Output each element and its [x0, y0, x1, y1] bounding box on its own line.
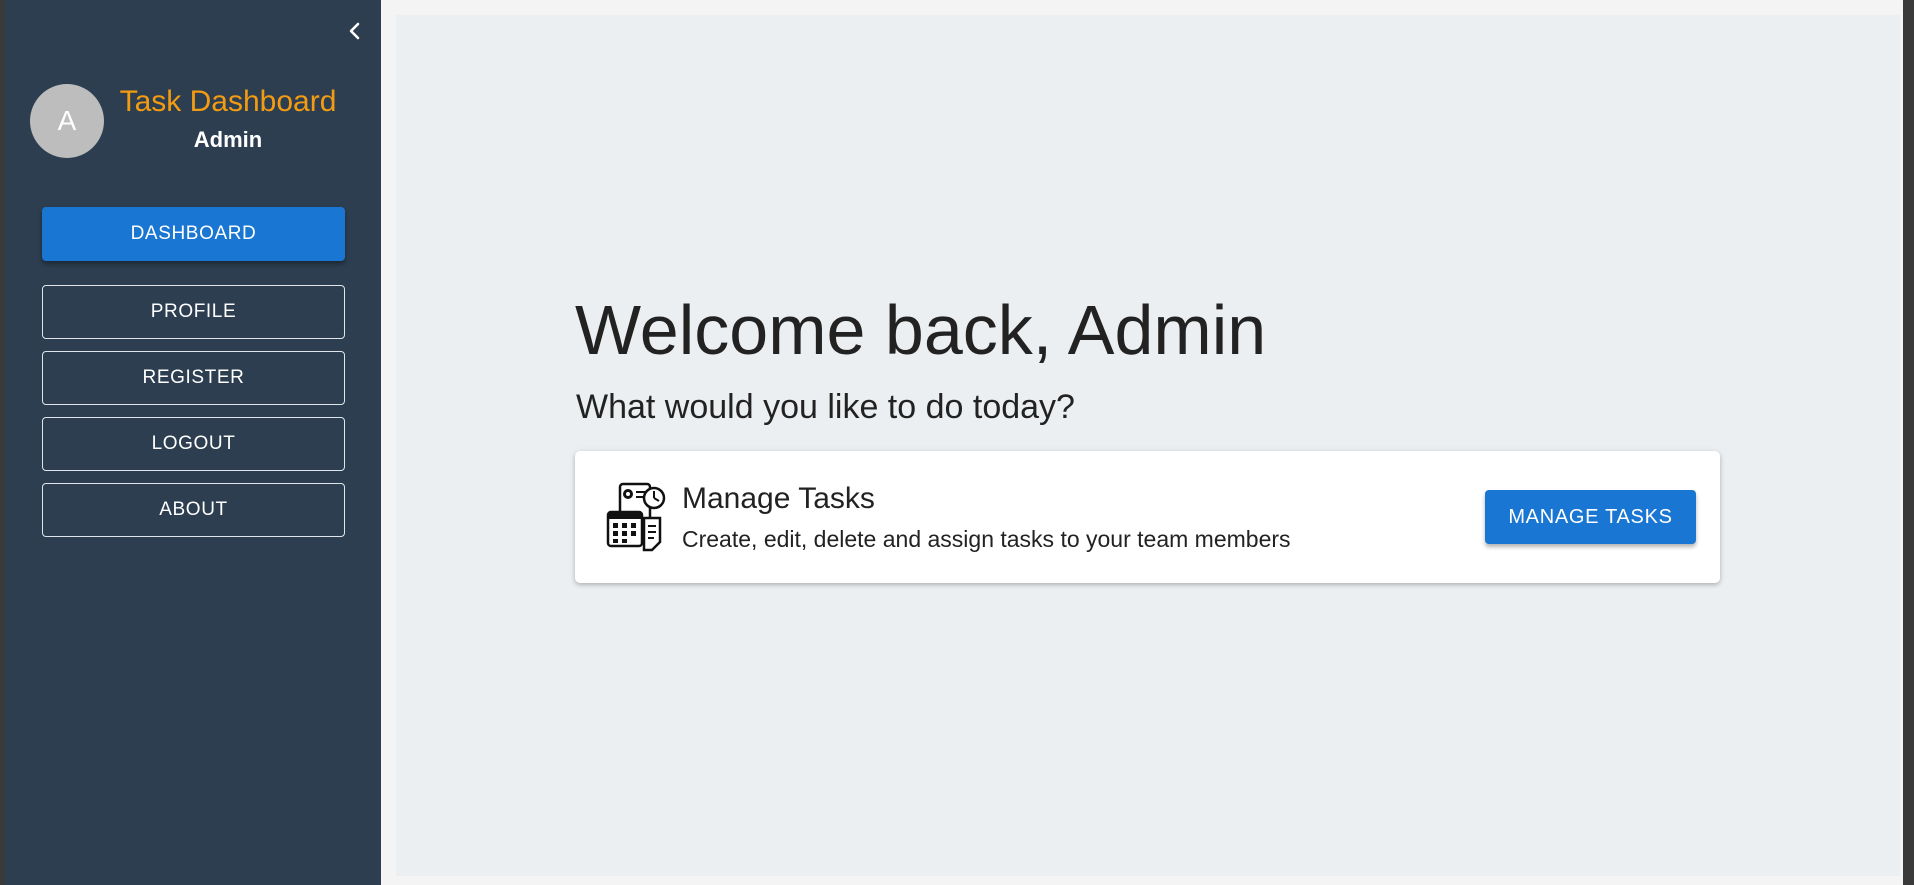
card-title: Manage Tasks	[682, 482, 875, 515]
sidebar-item-about[interactable]: ABOUT	[42, 483, 345, 537]
sidebar-item-profile[interactable]: PROFILE	[42, 285, 345, 339]
main-content: Welcome back, Admin What would you like …	[396, 15, 1900, 876]
sidebar-item-label: DASHBOARD	[130, 223, 257, 244]
sidebar-item-label: PROFILE	[150, 301, 237, 322]
task-calendar-icon	[598, 476, 674, 556]
sidebar-item-logout[interactable]: LOGOUT	[42, 417, 345, 471]
app-window: A Task Dashboard Admin DASHBOARD PROFILE…	[0, 0, 1914, 885]
sidebar-item-label: LOGOUT	[151, 433, 236, 454]
manage-tasks-button[interactable]: MANAGE TASKS	[1485, 490, 1696, 544]
brand: Task Dashboard Admin	[110, 82, 346, 156]
page-subtitle: What would you like to do today?	[576, 388, 1075, 426]
app-title: Task Dashboard	[119, 85, 337, 118]
sidebar: A Task Dashboard Admin DASHBOARD PROFILE…	[5, 0, 381, 885]
sidebar-item-label: ABOUT	[159, 499, 228, 520]
chevron-left-icon	[349, 22, 360, 40]
page-title: Welcome back, Admin	[575, 291, 1267, 369]
sidebar-item-label: REGISTER	[142, 367, 245, 388]
sidebar-nav: DASHBOARD PROFILE REGISTER LOGOUT ABOUT	[42, 207, 345, 549]
collapse-sidebar-button[interactable]	[338, 14, 372, 48]
user-role: Admin	[193, 127, 263, 152]
window-border-right	[1903, 0, 1914, 885]
card-description: Create, edit, delete and assign tasks to…	[682, 526, 1291, 552]
avatar: A	[30, 84, 104, 158]
manage-tasks-button-label: MANAGE TASKS	[1508, 505, 1673, 528]
avatar-initial: A	[57, 105, 77, 136]
sidebar-item-register[interactable]: REGISTER	[42, 351, 345, 405]
manage-tasks-card: Manage Tasks Create, edit, delete and as…	[575, 451, 1720, 583]
sidebar-item-dashboard[interactable]: DASHBOARD	[42, 207, 345, 261]
